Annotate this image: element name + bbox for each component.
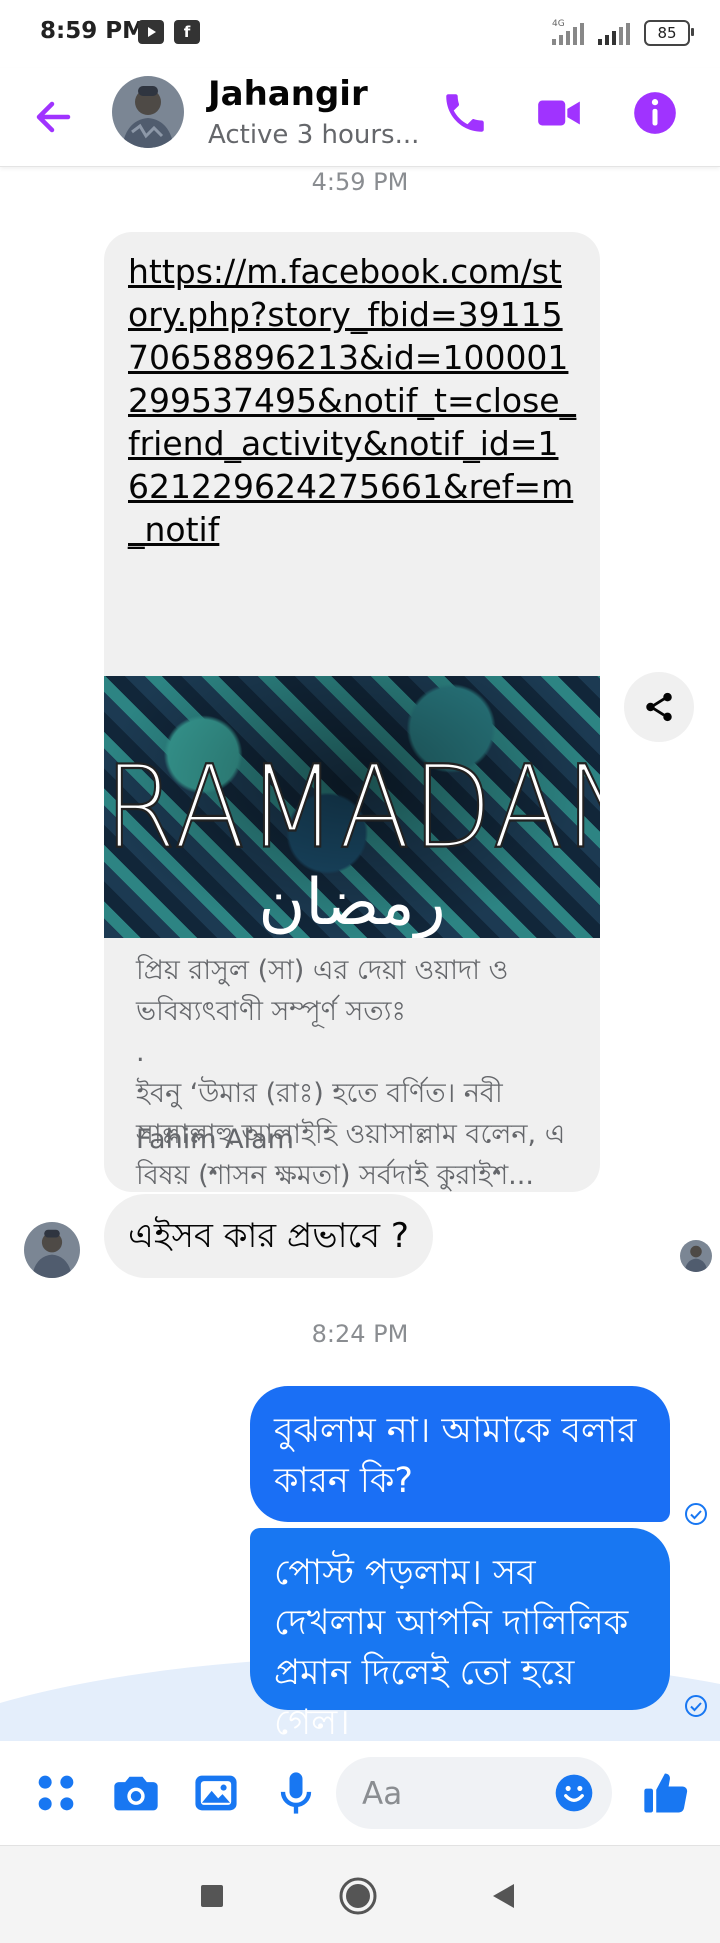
thumbs-up-icon[interactable] (640, 1767, 692, 1819)
facebook-notification-icon: f (174, 20, 200, 44)
phone-icon[interactable] (440, 88, 490, 138)
link-preview-card[interactable]: https://m.facebook.com/story.php?story_f… (104, 232, 600, 1192)
signal-icon-1: 4G (552, 19, 584, 45)
description-line: . (136, 1037, 145, 1068)
contact-avatar[interactable] (112, 76, 184, 148)
network-label: 4G (552, 19, 565, 29)
sender-avatar[interactable] (24, 1222, 80, 1278)
emoji-icon[interactable] (552, 1771, 596, 1815)
share-button[interactable] (624, 672, 694, 742)
link-author: Fahim Alam (136, 1124, 294, 1155)
status-right: 4G 85 (552, 19, 694, 46)
sent-check-icon (684, 1502, 708, 1526)
video-camera-icon[interactable] (534, 88, 584, 138)
message-input[interactable] (360, 1771, 544, 1817)
image-subtitle: رمضان (258, 866, 446, 938)
youtube-icon (138, 20, 164, 44)
back-arrow-icon[interactable] (28, 92, 78, 142)
timestamp: 8:24 PM (311, 1320, 409, 1348)
outgoing-message[interactable]: পোস্ট পড়লাম। সব দেখলাম আপনি দালিলিক প্র… (250, 1528, 670, 1741)
signal-icon-2 (598, 21, 630, 45)
contact-name[interactable]: Jahangir (208, 74, 368, 114)
read-receipt-avatar (680, 1240, 712, 1272)
camera-icon[interactable] (110, 1767, 162, 1819)
outgoing-message[interactable]: বুঝলাম না। আমাকে বলার কারন কি? (250, 1386, 670, 1522)
description-line: বিষয় (শাসন ক্ষমতা) সর্বদাই কুরাইশ... (136, 1160, 534, 1191)
message-list[interactable]: 4:59 PM https://m.facebook.com/story.php… (0, 166, 720, 1741)
timestamp: 4:59 PM (311, 168, 409, 196)
description-line: ভবিষ্যৎবাণী সম্পূর্ণ সত্যঃ (136, 996, 406, 1027)
link-description: প্রিয় রাসুল (সা) এর দেয়া ওয়াদা ও ভবিষ… (136, 950, 576, 1192)
home-icon[interactable] (336, 1874, 380, 1918)
share-icon (646, 692, 672, 722)
status-app-icons: f (138, 20, 200, 44)
message-input-wrapper[interactable] (336, 1757, 612, 1829)
link-url[interactable]: https://m.facebook.com/story.php?story_f… (128, 250, 578, 551)
description-line: প্রিয় রাসুল (সা) এর দেয়া ওয়াদা ও (136, 955, 509, 986)
incoming-message[interactable]: এইসব কার প্রভাবে ? (104, 1194, 433, 1278)
info-icon[interactable] (630, 88, 680, 138)
microphone-icon[interactable] (270, 1767, 322, 1819)
menu-dots-icon[interactable] (30, 1767, 82, 1819)
back-icon[interactable] (482, 1874, 526, 1918)
status-bar: 8:59 PM f 4G 85 (0, 0, 720, 68)
recent-apps-icon[interactable] (190, 1874, 234, 1918)
description-line: ইবনু ‘উমার (রাঃ) হতে বর্ণিত। নবী (136, 1078, 503, 1109)
system-navigation-bar (0, 1845, 720, 1943)
status-time: 8:59 PM (40, 18, 145, 44)
link-preview-image[interactable]: RAMADAN رمضان (104, 676, 600, 938)
sent-check-icon (684, 1694, 708, 1718)
battery-icon: 85 (644, 20, 694, 46)
gallery-icon[interactable] (190, 1767, 242, 1819)
contact-active-status: Active 3 hours... (208, 120, 420, 150)
image-title: RAMADAN (104, 739, 600, 875)
chat-header: Jahangir Active 3 hours... (0, 68, 720, 167)
message-composer (0, 1741, 720, 1845)
